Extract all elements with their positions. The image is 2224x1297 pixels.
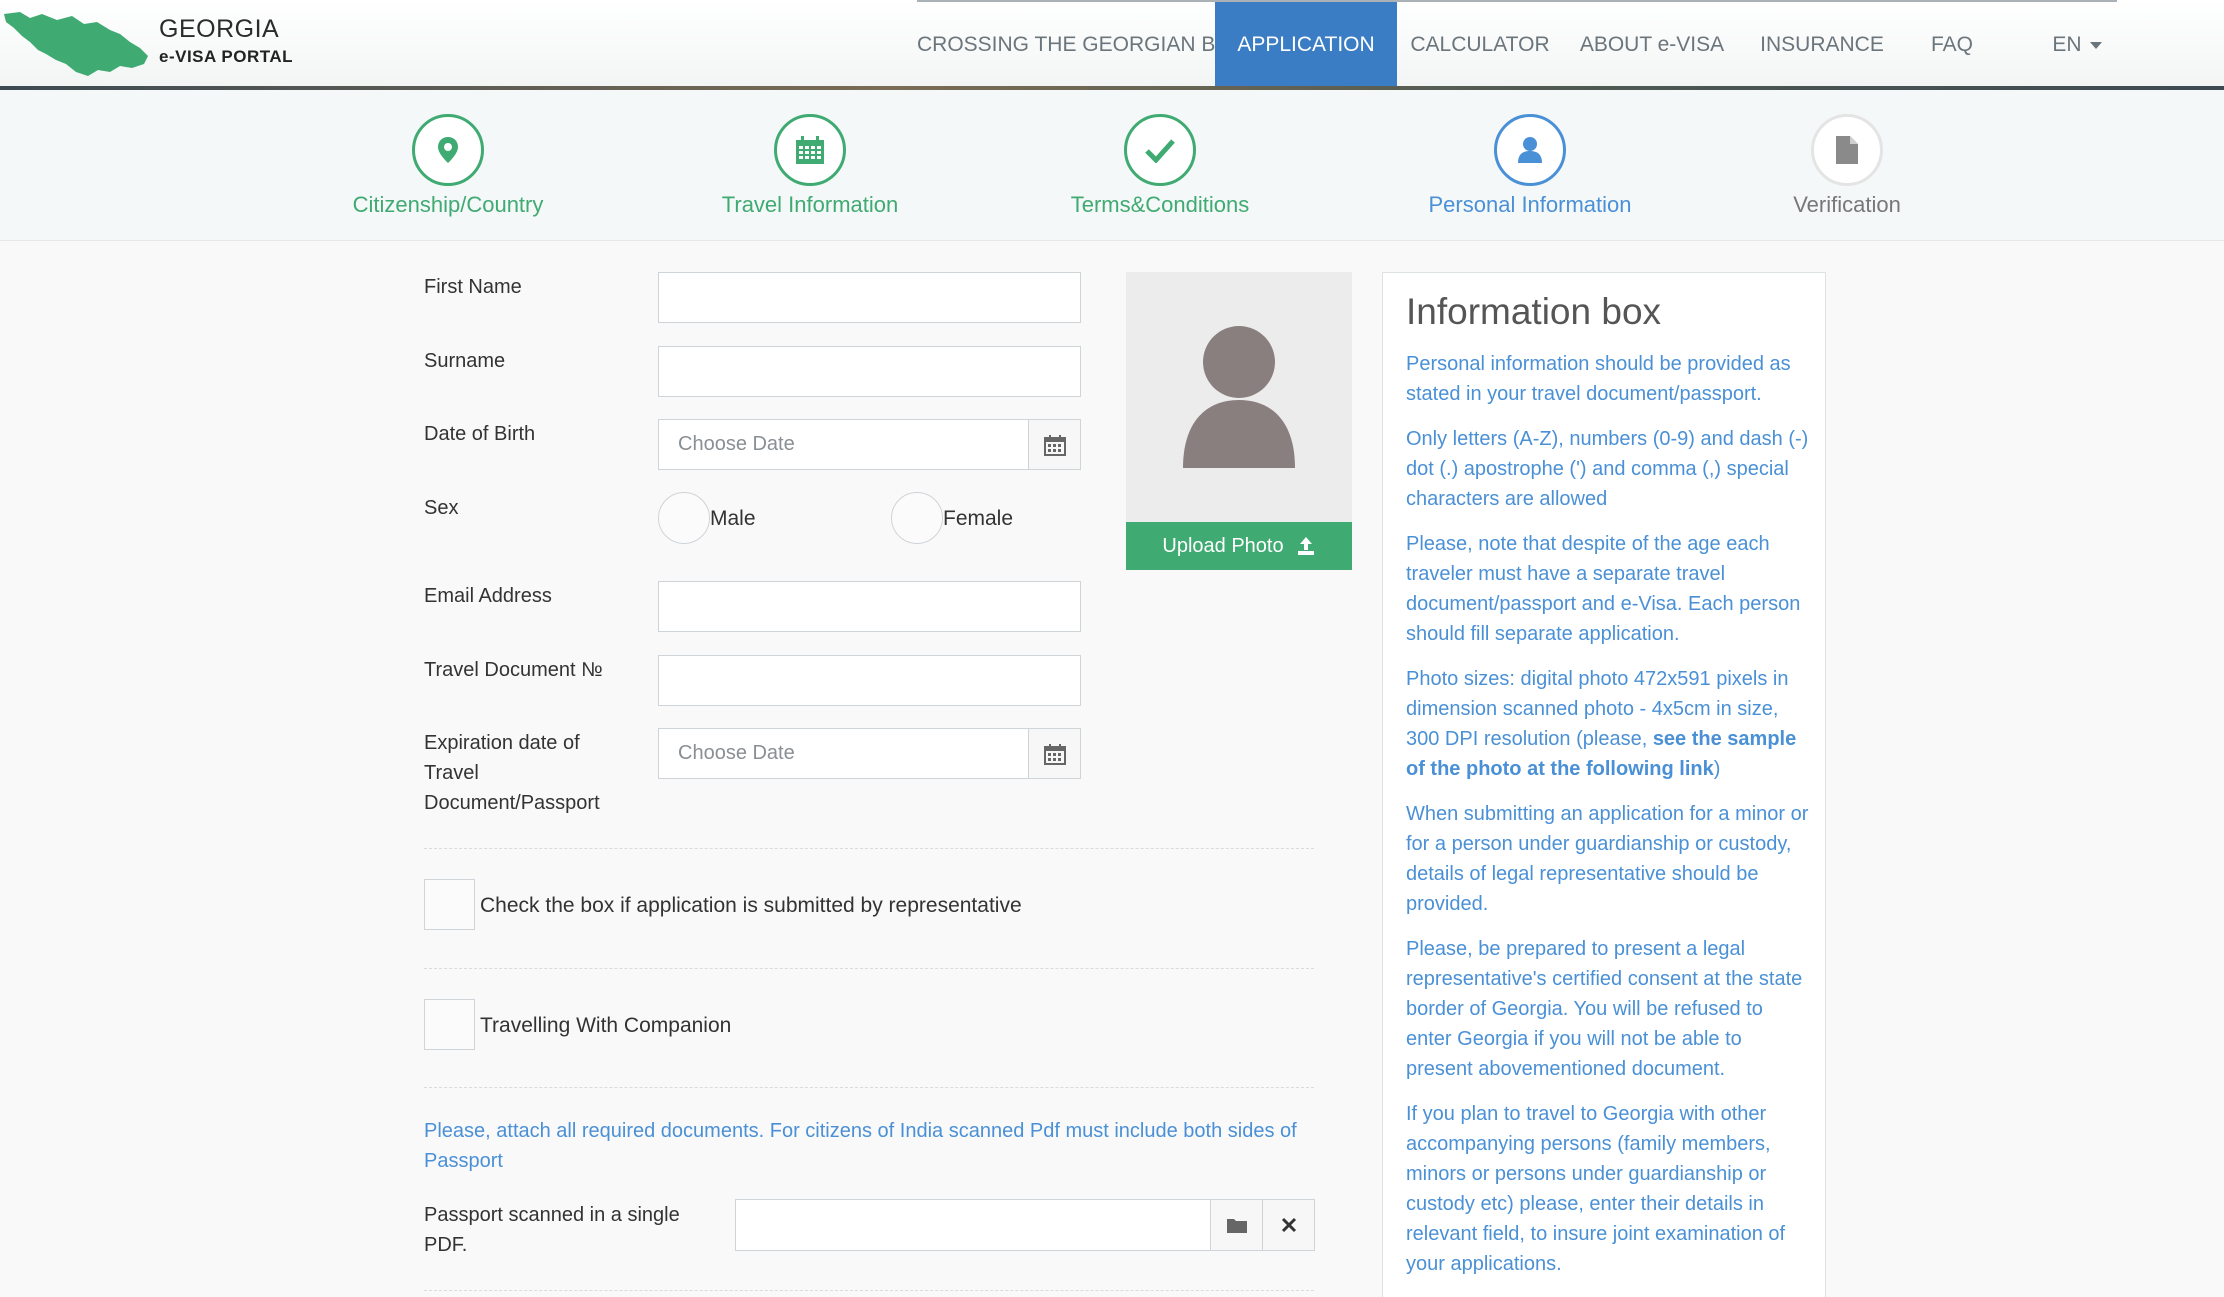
travel-document-label: Travel Document №	[424, 659, 603, 681]
surname-label: Surname	[424, 350, 506, 372]
info-paragraph: Only letters (A-Z), numbers (0-9) and da…	[1406, 428, 1809, 510]
upload-photo-button[interactable]: Upload Photo	[1126, 522, 1352, 570]
sex-female-label[interactable]: Female	[943, 507, 1013, 531]
info-paragraph-photo-sizes: Photo sizes: digital photo 472x591 pixel…	[1406, 664, 1814, 784]
passport-pdf-label: Passport scanned in a single PDF.	[424, 1200, 680, 1260]
nav-application[interactable]: APPLICATION	[1215, 2, 1397, 88]
attach-documents-note: Please, attach all required documents. F…	[424, 1120, 1297, 1172]
step-terms-conditions[interactable]: Terms&Conditions	[1030, 114, 1290, 218]
info-paragraph: Please, be prepared to present a legal r…	[1406, 938, 1803, 1080]
expiration-label-line: Expiration date of	[424, 732, 580, 754]
step-circle	[774, 114, 846, 186]
clear-file-button[interactable]	[1262, 1200, 1314, 1250]
step-label: Citizenship/Country	[352, 192, 544, 217]
calendar-icon	[796, 136, 824, 164]
info-paragraph: Personal information should be provided …	[1406, 353, 1791, 405]
expiration-label-line: Document/Passport	[424, 792, 600, 814]
step-circle	[1494, 114, 1566, 186]
step-label: Travel Information	[721, 192, 899, 217]
upload-photo-label: Upload Photo	[1162, 534, 1284, 557]
section-divider	[424, 848, 1314, 849]
user-icon	[1518, 137, 1542, 163]
info-text: )	[1713, 758, 1721, 780]
passport-pdf-label-line: PDF.	[424, 1234, 468, 1256]
upload-icon	[1297, 537, 1314, 555]
expiration-date-label: Expiration date of Travel Document/Passp…	[424, 728, 600, 818]
information-box-title: Information box	[1406, 291, 1662, 332]
caret-down-icon	[2089, 41, 2102, 49]
date-of-birth-field[interactable]: Choose Date	[658, 419, 1081, 470]
section-divider	[424, 968, 1314, 969]
first-name-label: First Name	[424, 276, 522, 298]
section-divider	[424, 1087, 1314, 1088]
representative-checkbox[interactable]	[424, 879, 475, 930]
companion-checkbox-label[interactable]: Travelling With Companion	[480, 1014, 731, 1038]
step-circle	[412, 114, 484, 186]
nav-crossing-border[interactable]: CROSSING THE GEORGIAN BORDER	[917, 2, 1291, 88]
language-selector[interactable]: EN	[2037, 2, 2117, 88]
brand-title[interactable]: GEORGIA	[159, 15, 279, 44]
site-header: GEORGIA e-VISA PORTAL CROSSING THE GEORG…	[0, 0, 2224, 90]
brand-subtitle[interactable]: e-VISA PORTAL	[159, 47, 293, 67]
expiration-date-field[interactable]: Choose Date	[658, 728, 1081, 779]
info-paragraph: If you plan to travel to Georgia with ot…	[1406, 1103, 1786, 1275]
language-label: EN	[2052, 33, 2082, 56]
step-verification[interactable]: Verification	[1717, 114, 1977, 218]
close-icon	[1281, 1217, 1296, 1233]
sex-label: Sex	[424, 497, 459, 519]
map-pin-icon	[438, 137, 458, 163]
checkmark-icon	[1145, 139, 1175, 163]
document-icon	[1836, 136, 1858, 164]
main-nav: CROSSING THE GEORGIAN BORDER APPLICATION…	[917, 0, 2117, 88]
expiration-label-line: Travel	[424, 762, 479, 784]
information-box-body: Personal information should be provided …	[1406, 349, 1814, 1294]
travel-document-input[interactable]	[658, 655, 1081, 706]
information-box: Information box Personal information sho…	[1382, 272, 1826, 1297]
info-paragraph: When submitting an application for a min…	[1406, 803, 1809, 915]
expiration-date-calendar-button[interactable]	[1028, 729, 1080, 778]
step-travel-information[interactable]: Travel Information	[680, 114, 940, 218]
step-label: Verification	[1793, 192, 1901, 217]
step-circle	[1124, 114, 1196, 186]
step-label: Terms&Conditions	[1070, 192, 1250, 217]
step-personal-information[interactable]: Personal Information	[1400, 114, 1660, 218]
date-of-birth-placeholder[interactable]: Choose Date	[659, 420, 1028, 469]
email-input[interactable]	[658, 581, 1081, 632]
date-of-birth-calendar-button[interactable]	[1028, 420, 1080, 469]
progress-steps: Citizenship/Country Travel Information T…	[0, 90, 2224, 241]
avatar-placeholder-icon	[1183, 326, 1295, 468]
companion-checkbox[interactable]	[424, 999, 475, 1050]
info-paragraph: Please, note that despite of the age eac…	[1406, 533, 1801, 645]
step-label: Personal Information	[1428, 192, 1632, 217]
expiration-date-placeholder[interactable]: Choose Date	[659, 729, 1028, 778]
email-label: Email Address	[424, 585, 552, 607]
folder-icon	[1226, 1219, 1247, 1233]
surname-input[interactable]	[658, 346, 1081, 397]
first-name-input[interactable]	[658, 272, 1081, 323]
browse-file-button[interactable]	[1210, 1200, 1262, 1250]
passport-pdf-upload[interactable]	[735, 1199, 1315, 1251]
nav-faq[interactable]: FAQ	[1907, 2, 1997, 88]
photo-preview	[1126, 272, 1352, 522]
passport-pdf-filename-field[interactable]	[736, 1200, 1210, 1250]
step-citizenship[interactable]: Citizenship/Country	[318, 114, 578, 218]
representative-checkbox-label[interactable]: Check the box if application is submitte…	[480, 894, 1022, 918]
georgia-map-logo[interactable]	[2, 6, 152, 76]
sex-male-radio[interactable]	[658, 492, 710, 544]
step-circle	[1811, 114, 1883, 186]
calendar-icon	[1043, 434, 1066, 456]
calendar-icon	[1043, 743, 1066, 765]
section-divider	[424, 1290, 1314, 1291]
nav-insurance[interactable]: INSURANCE	[1747, 2, 1897, 88]
nav-about-evisa[interactable]: ABOUT e-VISA	[1567, 2, 1737, 88]
sex-male-label[interactable]: Male	[710, 507, 756, 531]
date-of-birth-label: Date of Birth	[424, 423, 536, 445]
sex-female-radio[interactable]	[891, 492, 943, 544]
nav-calculator[interactable]: CALCULATOR	[1405, 2, 1555, 88]
passport-pdf-label-line: Passport scanned in a single	[424, 1204, 680, 1226]
